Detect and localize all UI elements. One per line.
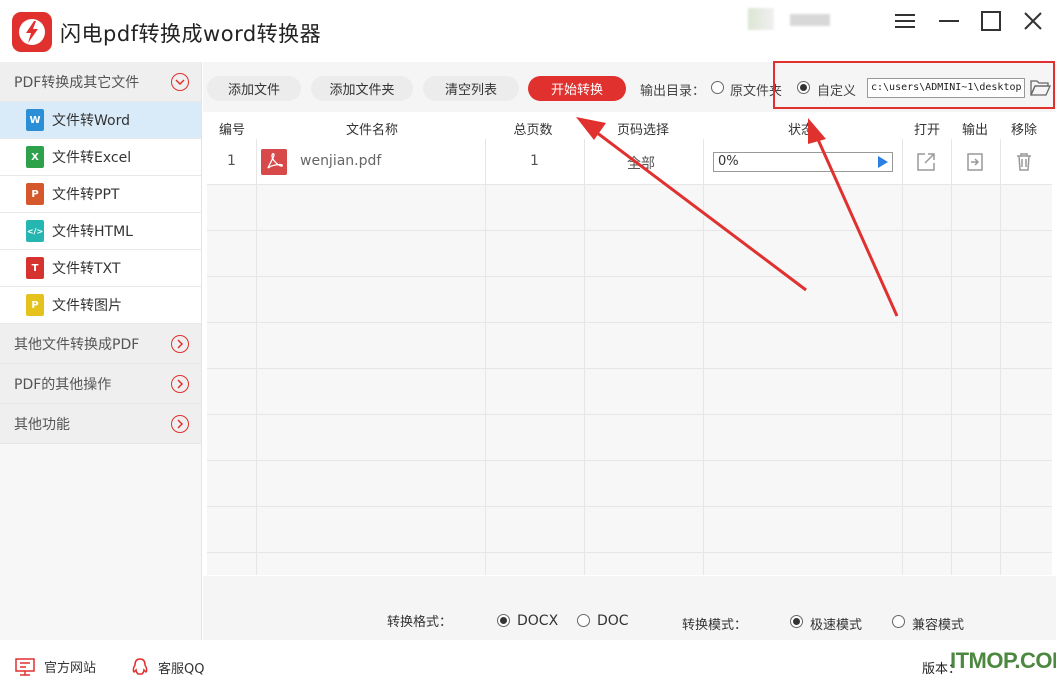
pdf-file-icon [261, 149, 287, 175]
file-table: 1 wenjian.pdf 1 全部 0% [207, 139, 1052, 575]
col-header-remove: 移除 [1010, 123, 1037, 138]
minimize-icon[interactable] [934, 8, 964, 34]
mode-fast-label: 极速模式 [810, 618, 863, 633]
sidebar-group-label: PDF转换成其它文件 [14, 74, 140, 91]
row-index: 1 [227, 153, 236, 169]
footer: 官方网站 客服QQ 版本： ITMOP.COM [0, 640, 1056, 687]
open-external-icon[interactable] [915, 151, 937, 173]
col-header-index: 编号 [218, 123, 245, 138]
table-row[interactable]: 1 wenjian.pdf 1 全部 0% [207, 139, 1052, 185]
output-path-input[interactable]: c:\users\ADMINI~1\desktop [867, 78, 1025, 98]
clear-list-button[interactable]: 清空列表 [423, 76, 519, 101]
col-header-status: 状态 [787, 123, 814, 138]
sidebar-item-label: 文件转HTML [52, 224, 133, 240]
start-convert-button[interactable]: 开始转换 [528, 76, 626, 101]
sidebar-item-label: 文件转TXT [52, 261, 121, 277]
txt-file-icon: T [26, 257, 44, 279]
user-name[interactable] [790, 14, 830, 26]
sidebar-item-label: 文件转Excel [52, 150, 132, 166]
col-header-page-select: 页码选择 [616, 123, 669, 138]
add-folder-button[interactable]: 添加文件夹 [311, 76, 413, 101]
chevron-right-icon [171, 375, 189, 393]
official-website-link[interactable]: 官方网站 [14, 657, 96, 676]
format-doc-radio[interactable] [577, 614, 590, 627]
chevron-down-icon [171, 73, 189, 91]
custom-folder-radio[interactable] [797, 81, 810, 94]
row-page-selection[interactable]: 全部 [627, 153, 655, 173]
html-file-icon: </> [26, 220, 44, 242]
sidebar-item-to-image[interactable]: P 文件转图片 [0, 287, 201, 324]
custom-folder-label: 自定义 [817, 84, 857, 99]
mode-compat-label: 兼容模式 [912, 618, 965, 633]
image-file-icon: P [26, 294, 44, 316]
folder-open-icon[interactable] [1029, 76, 1051, 98]
title-bar: 闪电pdf转换成word转换器 [0, 0, 1056, 62]
row-pages: 1 [530, 153, 539, 169]
sidebar-group-label: PDF的其他操作 [14, 376, 112, 393]
output-dir-label: 输出目录： [640, 84, 706, 99]
sidebar-item-label: 文件转Word [52, 113, 130, 129]
table-header: 编号 文件名称 总页数 页码选择 状态 打开 输出 移除 [207, 113, 1052, 139]
sidebar-group-label: 其他功能 [14, 416, 70, 433]
menu-icon[interactable] [890, 8, 920, 34]
watermark: ITMOP.COM [950, 648, 1056, 673]
sidebar-item-to-word[interactable]: W 文件转Word [0, 102, 201, 139]
trash-icon[interactable] [1013, 151, 1035, 173]
chevron-right-icon [171, 335, 189, 353]
qq-icon [132, 658, 148, 675]
ppt-file-icon: P [26, 183, 44, 205]
format-docx-label: DOCX [517, 613, 559, 629]
sidebar: PDF转换成其它文件 W 文件转Word X 文件转Excel P 文件转PPT… [0, 62, 202, 640]
sidebar-group-pdf-other-ops[interactable]: PDF的其他操作 [0, 364, 201, 404]
chevron-right-icon [171, 415, 189, 433]
app-title: 闪电pdf转换成word转换器 [60, 22, 322, 46]
sidebar-item-label: 文件转PPT [52, 187, 120, 203]
format-docx-radio[interactable] [497, 614, 510, 627]
sidebar-group-other-to-pdf[interactable]: 其他文件转换成PDF [0, 324, 201, 364]
status-text: 0% [718, 154, 739, 169]
support-qq-label: 客服QQ [158, 661, 205, 677]
sidebar-item-label: 文件转图片 [52, 298, 122, 314]
sidebar-item-to-excel[interactable]: X 文件转Excel [0, 139, 201, 176]
col-header-filename: 文件名称 [345, 123, 398, 138]
col-header-pages: 总页数 [513, 123, 553, 138]
col-header-open: 打开 [913, 123, 940, 138]
sidebar-group-pdf-to-other[interactable]: PDF转换成其它文件 [0, 62, 201, 102]
sidebar-group-label: 其他文件转换成PDF [14, 336, 140, 353]
sidebar-item-to-html[interactable]: </> 文件转HTML [0, 213, 201, 250]
col-header-output: 输出 [961, 123, 988, 138]
user-avatar[interactable] [748, 8, 774, 30]
original-folder-radio[interactable] [711, 81, 724, 94]
row-filename: wenjian.pdf [300, 153, 382, 169]
mode-compat-radio[interactable] [892, 615, 905, 628]
mode-fast-radio[interactable] [790, 615, 803, 628]
word-file-icon: W [26, 109, 44, 131]
excel-file-icon: X [26, 146, 44, 168]
status-progress: 0% [713, 152, 893, 172]
mode-label: 转换模式： [682, 618, 748, 633]
add-file-button[interactable]: 添加文件 [207, 76, 301, 101]
format-label: 转换格式： [387, 615, 453, 630]
app-logo [12, 12, 52, 52]
maximize-icon[interactable] [976, 8, 1006, 34]
format-doc-label: DOC [597, 613, 629, 629]
sidebar-item-to-txt[interactable]: T 文件转TXT [0, 250, 201, 287]
close-icon[interactable] [1018, 8, 1048, 34]
original-folder-label: 原文件夹 [730, 84, 783, 99]
toolbar: 添加文件 添加文件夹 清空列表 开始转换 输出目录： 原文件夹 自定义 c:\u… [203, 62, 1056, 112]
official-website-label: 官方网站 [44, 661, 97, 676]
output-icon[interactable] [964, 151, 986, 173]
support-qq-link[interactable]: 客服QQ [130, 657, 204, 677]
conversion-options: 转换格式： DOCX DOC 转换模式： 极速模式 兼容模式 [203, 576, 1056, 640]
sidebar-item-to-ppt[interactable]: P 文件转PPT [0, 176, 201, 213]
lightning-icon [26, 21, 38, 43]
sidebar-group-other-functions[interactable]: 其他功能 [0, 404, 201, 444]
monitor-icon [15, 657, 35, 676]
play-icon[interactable] [878, 156, 888, 168]
